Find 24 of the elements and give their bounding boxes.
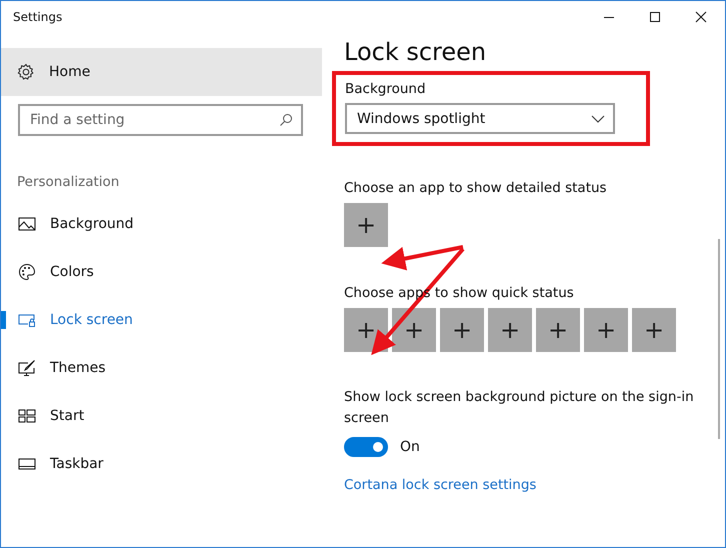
add-app-button[interactable]: + — [392, 308, 436, 352]
nav-item[interactable]: Background — [1, 200, 322, 248]
nav-item[interactable]: Lock screen — [1, 296, 322, 344]
home-item[interactable]: Home — [1, 48, 322, 96]
cortana-settings-link[interactable]: Cortana lock screen settings — [344, 477, 536, 493]
toggle-state: On — [400, 439, 420, 455]
nav-item[interactable]: Colors — [1, 248, 322, 296]
add-app-button[interactable]: + — [488, 308, 532, 352]
add-app-button[interactable]: + — [632, 308, 676, 352]
search-field[interactable]: Find a setting — [18, 104, 303, 136]
nav-item[interactable]: Taskbar — [1, 440, 322, 488]
add-app-button[interactable]: + — [440, 308, 484, 352]
background-dropdown[interactable]: Windows spotlight — [345, 103, 615, 134]
add-app-button[interactable]: + — [536, 308, 580, 352]
nav-item[interactable]: Start — [1, 392, 322, 440]
field-label: Background — [345, 81, 427, 97]
window-title: Settings — [13, 10, 62, 24]
add-app-button[interactable]: + — [584, 308, 628, 352]
page-title: Lock screen — [344, 38, 486, 66]
section-heading: Personalization — [17, 174, 120, 190]
nav-item[interactable]: Themes — [1, 344, 322, 392]
add-app-button[interactable]: + — [344, 203, 388, 247]
section-label: Choose an app to show detailed status — [344, 180, 607, 196]
setting-label: Show lock screen background picture on the sign-in screen — [344, 388, 695, 428]
